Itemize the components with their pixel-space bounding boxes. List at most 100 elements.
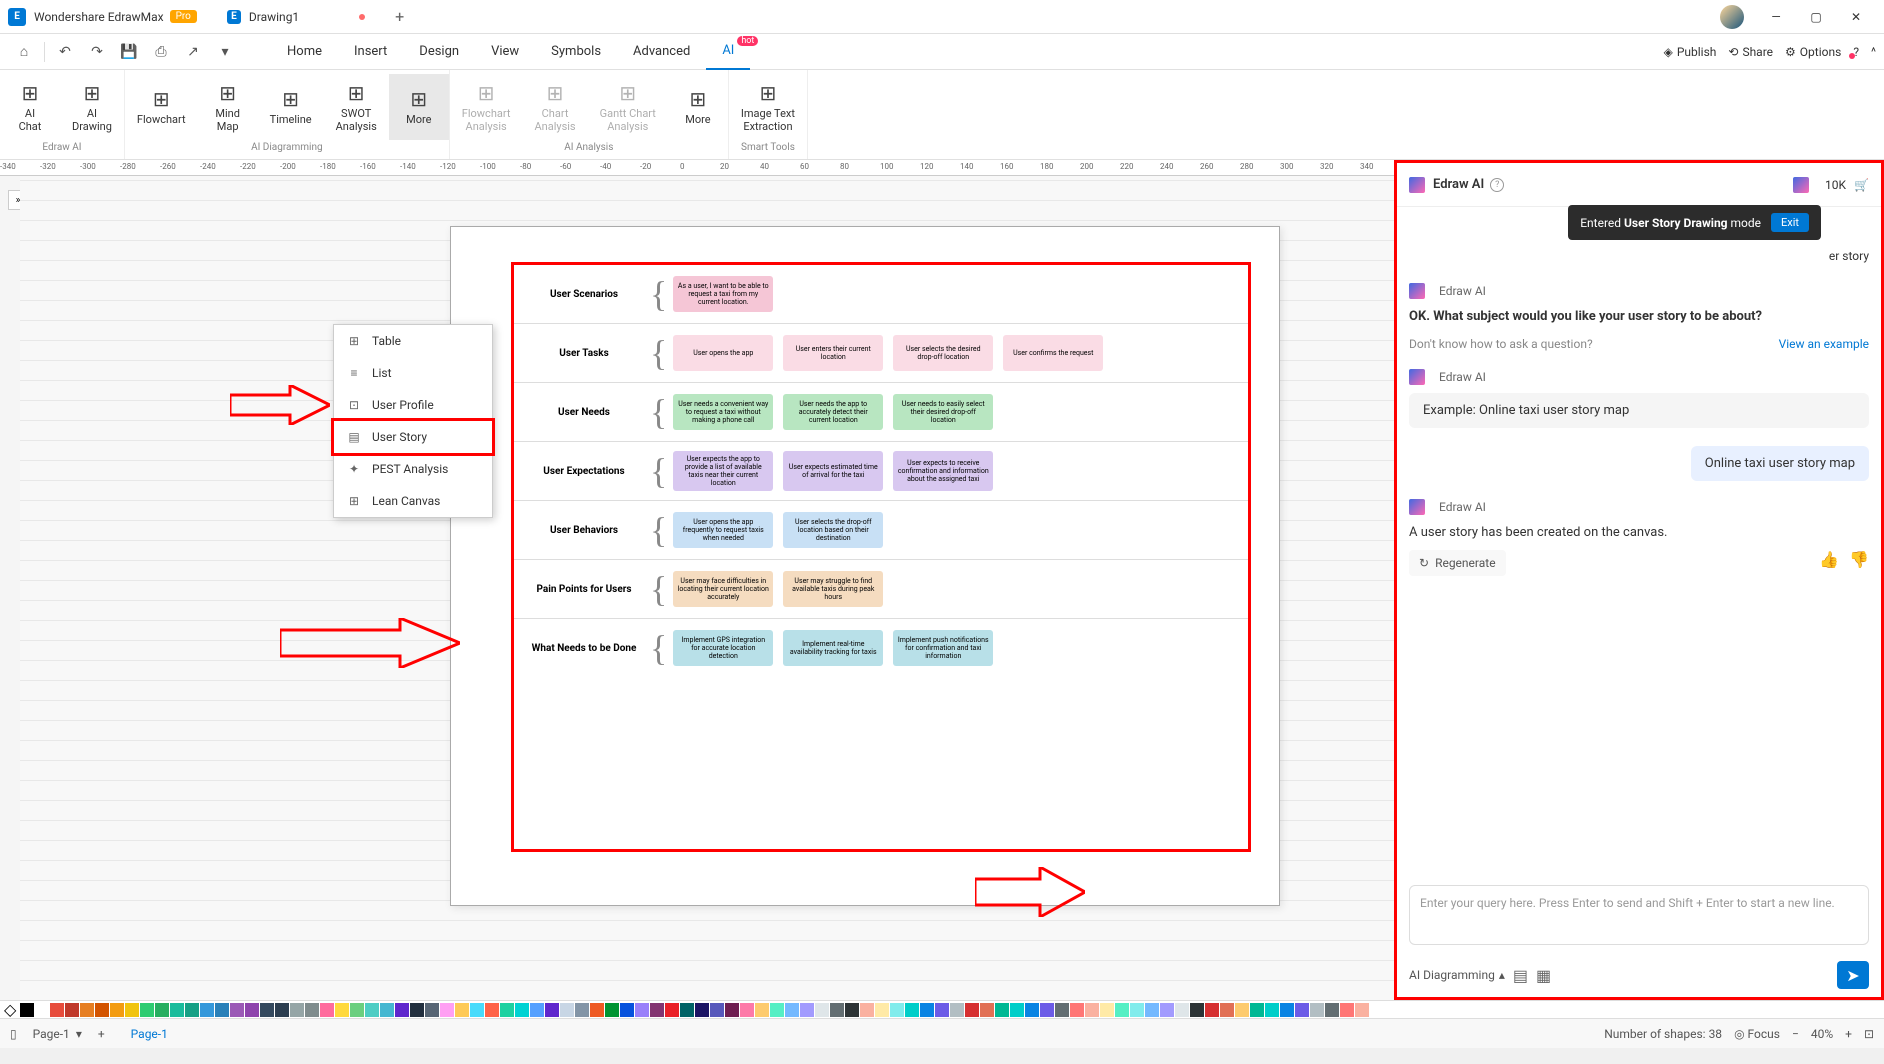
menu-ai[interactable]: AI hot (706, 34, 750, 70)
color-swatch[interactable] (440, 1003, 454, 1017)
dropdown-pest-analysis[interactable]: ✦PEST Analysis (334, 453, 492, 485)
dropdown-table[interactable]: ⊞Table (334, 325, 492, 357)
add-page-button[interactable]: + (98, 1027, 105, 1041)
color-swatch[interactable] (1040, 1003, 1054, 1017)
color-swatch[interactable] (35, 1003, 49, 1017)
color-swatch[interactable] (1190, 1003, 1204, 1017)
color-swatch[interactable] (530, 1003, 544, 1017)
fit-button[interactable]: ⊡ (1864, 1027, 1874, 1041)
story-card[interactable]: User opens the app frequently to request… (673, 512, 773, 548)
color-swatch[interactable] (1115, 1003, 1129, 1017)
more-tools-button[interactable]: ▾ (209, 36, 241, 68)
color-swatch[interactable] (1175, 1003, 1189, 1017)
ai-help-icon[interactable]: ? (1490, 178, 1504, 192)
color-swatch[interactable] (725, 1003, 739, 1017)
story-card[interactable]: User needs a convenient way to request a… (673, 394, 773, 430)
color-swatch[interactable] (515, 1003, 529, 1017)
regenerate-button[interactable]: ↻Regenerate (1409, 550, 1506, 576)
color-swatch[interactable] (80, 1003, 94, 1017)
color-swatch[interactable] (1250, 1003, 1264, 1017)
color-swatch[interactable] (950, 1003, 964, 1017)
color-swatch[interactable] (1205, 1003, 1219, 1017)
color-swatch[interactable] (605, 1003, 619, 1017)
options-button[interactable]: ⚙Options (1785, 45, 1841, 59)
color-swatch[interactable] (785, 1003, 799, 1017)
color-swatch[interactable] (350, 1003, 364, 1017)
color-swatch[interactable] (890, 1003, 904, 1017)
story-card[interactable]: User expects the app to provide a list o… (673, 451, 773, 491)
exit-mode-button[interactable]: Exit (1771, 213, 1809, 232)
color-swatch[interactable] (65, 1003, 79, 1017)
color-swatch[interactable] (545, 1003, 559, 1017)
home-icon[interactable]: ⌂ (8, 36, 40, 68)
color-swatch[interactable] (125, 1003, 139, 1017)
user-avatar[interactable] (1720, 5, 1744, 29)
send-button[interactable]: ➤ (1837, 961, 1869, 989)
color-swatch[interactable] (95, 1003, 109, 1017)
color-swatch[interactable] (1280, 1003, 1294, 1017)
ribbon-item-more[interactable]: ⊞More (668, 74, 728, 140)
undo-button[interactable]: ↶ (49, 36, 81, 68)
share-button[interactable]: ⟲Share (1728, 45, 1773, 59)
color-swatch[interactable] (860, 1003, 874, 1017)
color-swatch[interactable] (650, 1003, 664, 1017)
color-swatch[interactable] (185, 1003, 199, 1017)
color-swatch[interactable] (1100, 1003, 1114, 1017)
cart-icon[interactable]: 🛒 (1854, 178, 1869, 192)
color-swatch[interactable] (290, 1003, 304, 1017)
color-swatch[interactable] (935, 1003, 949, 1017)
ai-tool-2[interactable]: ▦ (1536, 966, 1551, 985)
color-swatch[interactable] (1010, 1003, 1024, 1017)
page-tab[interactable]: Page-1 (121, 1027, 178, 1041)
ribbon-item-timeline[interactable]: ⊞Timeline (258, 74, 324, 140)
add-tab-button[interactable]: + (395, 7, 404, 26)
color-swatch[interactable] (425, 1003, 439, 1017)
no-fill-icon[interactable]: ◇ (4, 1000, 16, 1019)
close-button[interactable]: ✕ (1836, 2, 1876, 32)
color-swatch[interactable] (770, 1003, 784, 1017)
ribbon-item-more[interactable]: ⊞More (389, 74, 449, 140)
focus-button[interactable]: ◎ Focus (1734, 1027, 1780, 1041)
story-card[interactable]: User expects to receive confirmation and… (893, 451, 993, 491)
color-swatch[interactable] (920, 1003, 934, 1017)
minimize-button[interactable]: — (1756, 2, 1796, 32)
story-card[interactable]: User may face difficulties in locating t… (673, 571, 773, 607)
ribbon-item-image-text[interactable]: ⊞Image TextExtraction (729, 74, 807, 140)
ribbon-item-flowchart[interactable]: ⊞FlowchartAnalysis (450, 74, 523, 140)
color-swatch[interactable] (875, 1003, 889, 1017)
menu-advanced[interactable]: Advanced (617, 34, 706, 70)
story-card[interactable]: User needs the app to accurately detect … (783, 394, 883, 430)
ribbon-item-ai[interactable]: ⊞AIDrawing (60, 74, 124, 140)
menu-insert[interactable]: Insert (338, 34, 403, 70)
story-card[interactable]: Implement push notifications for confirm… (893, 630, 993, 666)
thumbs-up-button[interactable]: 👍 (1819, 550, 1839, 569)
color-swatch[interactable] (740, 1003, 754, 1017)
color-swatch[interactable] (215, 1003, 229, 1017)
export-button[interactable]: ↗ (177, 36, 209, 68)
color-swatch[interactable] (230, 1003, 244, 1017)
menu-view[interactable]: View (475, 34, 535, 70)
zoom-in-button[interactable]: + (1845, 1027, 1852, 1041)
color-swatch[interactable] (410, 1003, 424, 1017)
color-swatch[interactable] (995, 1003, 1009, 1017)
color-swatch[interactable] (1235, 1003, 1249, 1017)
story-card[interactable]: User confirms the request (1003, 335, 1103, 371)
color-swatch[interactable] (1055, 1003, 1069, 1017)
color-swatch[interactable] (1025, 1003, 1039, 1017)
color-swatch[interactable] (635, 1003, 649, 1017)
color-swatch[interactable] (905, 1003, 919, 1017)
color-swatch[interactable] (245, 1003, 259, 1017)
color-swatch[interactable] (1085, 1003, 1099, 1017)
ai-input[interactable]: Enter your query here. Press Enter to se… (1409, 885, 1869, 945)
story-card[interactable]: Implement GPS integration for accurate l… (673, 630, 773, 666)
color-swatch[interactable] (320, 1003, 334, 1017)
color-swatch[interactable] (395, 1003, 409, 1017)
color-swatch[interactable] (845, 1003, 859, 1017)
ribbon-item-ai[interactable]: ⊞AIChat (0, 74, 60, 140)
document-tab[interactable]: E Drawing1 (217, 0, 375, 33)
color-swatch[interactable] (200, 1003, 214, 1017)
color-swatch[interactable] (365, 1003, 379, 1017)
color-swatch[interactable] (1220, 1003, 1234, 1017)
color-swatch[interactable] (1355, 1003, 1369, 1017)
color-swatch[interactable] (50, 1003, 64, 1017)
